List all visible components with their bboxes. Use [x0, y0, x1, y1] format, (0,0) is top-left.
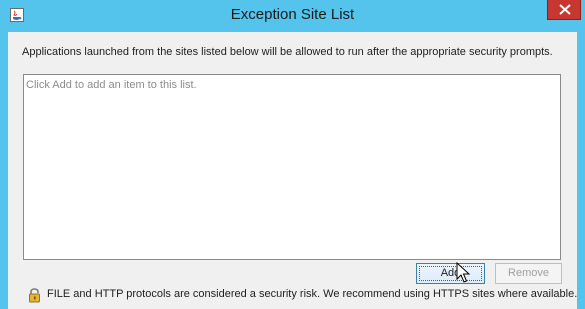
site-list[interactable]: Click Add to add an item to this list. — [23, 74, 561, 260]
site-list-placeholder: Click Add to add an item to this list. — [26, 79, 197, 91]
window-title: Exception Site List — [230, 6, 355, 23]
warning-text: FILE and HTTP protocols are considered a… — [47, 288, 578, 300]
close-icon — [559, 4, 571, 15]
exception-site-list-window: Exception Site List Applications launche… — [0, 0, 585, 309]
dialog-body: Applications launched from the sites lis… — [8, 32, 577, 309]
description-text: Applications launched from the sites lis… — [22, 46, 553, 58]
remove-button[interactable]: Remove — [495, 263, 562, 284]
add-button[interactable]: Add — [416, 263, 485, 284]
close-button[interactable] — [547, 0, 581, 20]
title-bar[interactable]: Exception Site List — [0, 0, 585, 32]
mouse-cursor-icon — [456, 261, 471, 284]
lock-icon — [27, 287, 43, 303]
